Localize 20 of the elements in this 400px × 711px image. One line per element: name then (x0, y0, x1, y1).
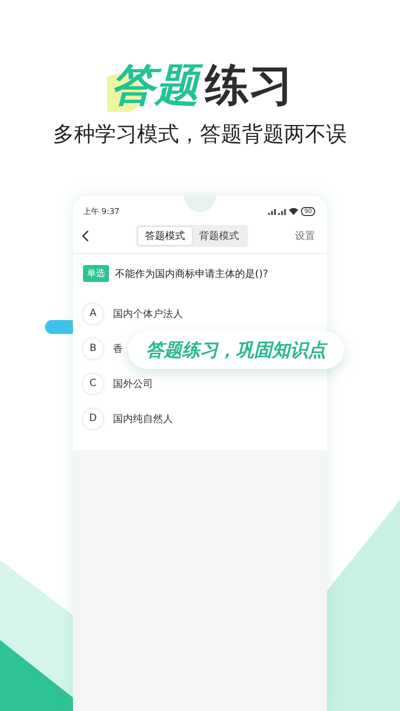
callout-banner: 答题练习，巩固知识点 (128, 331, 344, 369)
settings-link[interactable]: 设置 (295, 229, 315, 243)
option-letter[interactable]: A (83, 304, 103, 324)
question-text: 不能作为国内商标申请主体的是()? (115, 268, 268, 280)
option-text[interactable]: 国外公司 (113, 376, 153, 390)
question-type-tag: 单选 (83, 265, 109, 282)
status-time: 上午 9:37 (83, 206, 120, 216)
option-letter[interactable]: D (83, 408, 103, 428)
option-letter[interactable]: B (83, 338, 103, 358)
headline: 练习 (205, 60, 293, 112)
mode-tab[interactable]: 背题模式 (192, 227, 246, 245)
back-icon[interactable] (81, 230, 89, 242)
signal-icon (268, 207, 286, 215)
option-text[interactable]: 国内纯自然人 (113, 412, 173, 426)
option-text[interactable]: 国内个体户法人 (113, 306, 183, 320)
wifi-icon (289, 207, 298, 215)
mode-tab[interactable]: 答题模式 (138, 227, 192, 245)
option-letter[interactable]: C (83, 374, 103, 394)
subtitle: 多种学习模式，答题背题两不误 (53, 121, 347, 148)
option-text[interactable]: 香 (113, 342, 123, 356)
